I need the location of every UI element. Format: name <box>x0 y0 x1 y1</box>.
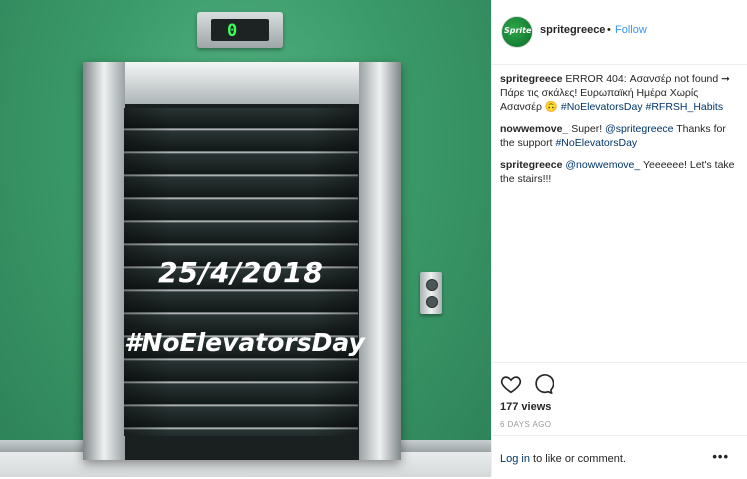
comment-hashtag[interactable]: #NoElevatorsDay <box>555 137 637 149</box>
indicator-screen: 0 <box>211 19 269 41</box>
avatar[interactable]: Sprite <box>501 16 533 48</box>
frame-top <box>83 62 401 104</box>
comment-username[interactable]: nowwemove_ <box>500 123 568 135</box>
username-link[interactable]: spritegreece <box>540 24 605 36</box>
more-options-icon[interactable]: ••• <box>712 449 729 464</box>
comment-item: nowwemove_ Super! @spritegreece Thanks f… <box>500 122 738 150</box>
call-button-panel <box>420 272 442 314</box>
date-text: 25/4/2018 <box>158 256 324 289</box>
frame-right-post <box>359 62 401 460</box>
comment-icon[interactable] <box>532 373 554 395</box>
hashtag-overlay: #NoElevatorsDay <box>124 328 365 357</box>
frame-left-post <box>83 62 125 460</box>
login-bar: Log in to like or comment. ••• <box>492 435 747 479</box>
comment-item: spritegreece @nowwemove_ Yeeeeee! Let's … <box>500 158 738 186</box>
login-rest-text: to like or comment. <box>533 453 626 465</box>
indicator-digit: 0 <box>227 21 238 41</box>
comment-username[interactable]: spritegreece <box>500 73 562 85</box>
post-header: Sprite spritegreece • Follow <box>492 0 747 65</box>
comments-list: spritegreece ERROR 404: Ασανσέρ not foun… <box>500 72 738 194</box>
up-button-icon <box>426 279 438 291</box>
separator-dot: • <box>607 24 611 36</box>
comment-text: Super! <box>571 123 603 135</box>
instagram-post: 0 25/4/2018 #NoElevatorsDay Sprite sprit… <box>0 0 747 477</box>
heart-icon[interactable] <box>500 373 522 395</box>
comment-mention[interactable]: @nowwemove_ <box>565 159 640 171</box>
comment-mention[interactable]: @spritegreece <box>605 123 673 135</box>
comment-username[interactable]: spritegreece <box>500 159 562 171</box>
view-count: 177 views <box>500 401 552 413</box>
sprite-logo-wordmark: Sprite <box>504 26 532 35</box>
post-sidebar: Sprite spritegreece • Follow spritegreec… <box>491 0 747 477</box>
floor-indicator: 0 <box>197 12 283 48</box>
login-prompt: Log in to like or comment. <box>500 453 626 465</box>
login-link[interactable]: Log in <box>500 453 530 465</box>
comment-hashtags[interactable]: #NoElevatorsDay #RFRSH_Habits <box>561 101 723 113</box>
down-button-icon <box>426 296 438 308</box>
follow-button[interactable]: Follow <box>615 24 647 36</box>
comment-item: spritegreece ERROR 404: Ασανσέρ not foun… <box>500 72 738 114</box>
post-actions: 177 views 6 DAYS AGO Log in to like or c… <box>492 362 747 478</box>
post-timestamp: 6 DAYS AGO <box>500 420 552 429</box>
post-image[interactable]: 0 25/4/2018 #NoElevatorsDay <box>0 0 491 477</box>
